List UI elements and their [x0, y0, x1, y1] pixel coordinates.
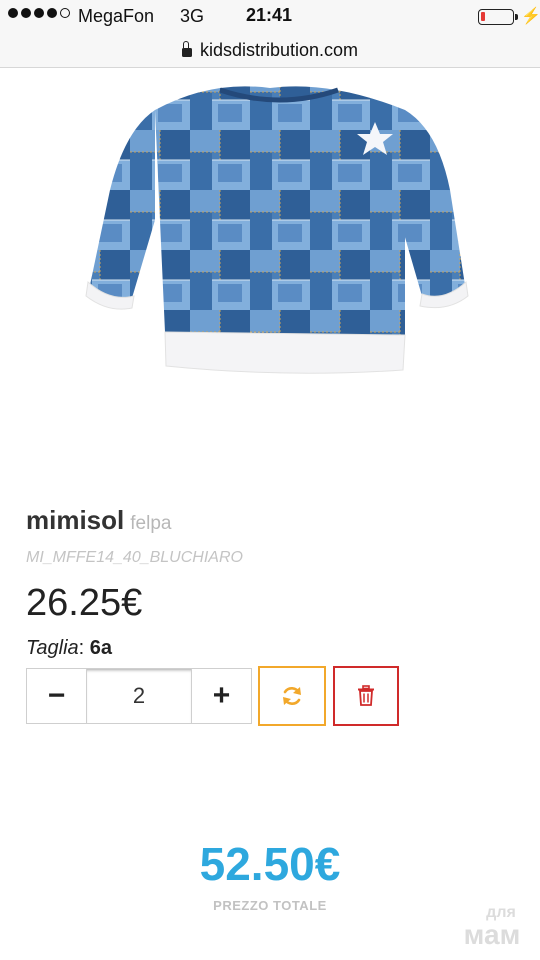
decrement-button[interactable]: −: [27, 669, 86, 723]
carrier-name: MegaFon: [78, 6, 155, 26]
update-cart-button[interactable]: [258, 666, 326, 726]
address-bar[interactable]: kidsdistribution.com: [0, 34, 540, 68]
watermark-logo: для мам: [452, 905, 532, 949]
charging-bolt-icon: ⚡: [521, 8, 540, 25]
refresh-icon: [283, 687, 301, 705]
trash-icon: [358, 685, 374, 706]
product-sku: MI_MFFE14_40_BLUCHIARO: [26, 549, 243, 566]
battery-icon: [478, 9, 518, 25]
watermark-bottom: мам: [463, 919, 521, 950]
size-label: Taglia: [26, 637, 79, 659]
remove-item-button[interactable]: [333, 666, 399, 726]
lock-icon: [181, 41, 192, 57]
size-value: 6a: [89, 637, 113, 659]
size-separator: :: [78, 637, 90, 659]
url-text[interactable]: kidsdistribution.com: [200, 40, 358, 61]
product-category: felpa: [130, 513, 172, 534]
signal-strength-icon: [8, 8, 70, 18]
quantity-input[interactable]: [86, 669, 192, 723]
increment-button[interactable]: +: [192, 669, 251, 723]
status-bar: MegaFon 3G 21:41 ⚡: [0, 0, 540, 34]
product-image[interactable]: [70, 70, 490, 400]
network-type: 3G: [180, 6, 205, 26]
product-title: mimisol felpa: [26, 505, 171, 536]
sweatshirt-illustration: [85, 86, 469, 374]
unit-price: 26.25€: [26, 582, 143, 624]
status-time: 21:41: [246, 5, 293, 25]
quantity-stepper: − +: [26, 668, 252, 724]
size-info: Taglia: 6a: [26, 637, 112, 660]
total-price: 52.50€: [199, 838, 341, 890]
brand-name: mimisol: [26, 505, 125, 535]
